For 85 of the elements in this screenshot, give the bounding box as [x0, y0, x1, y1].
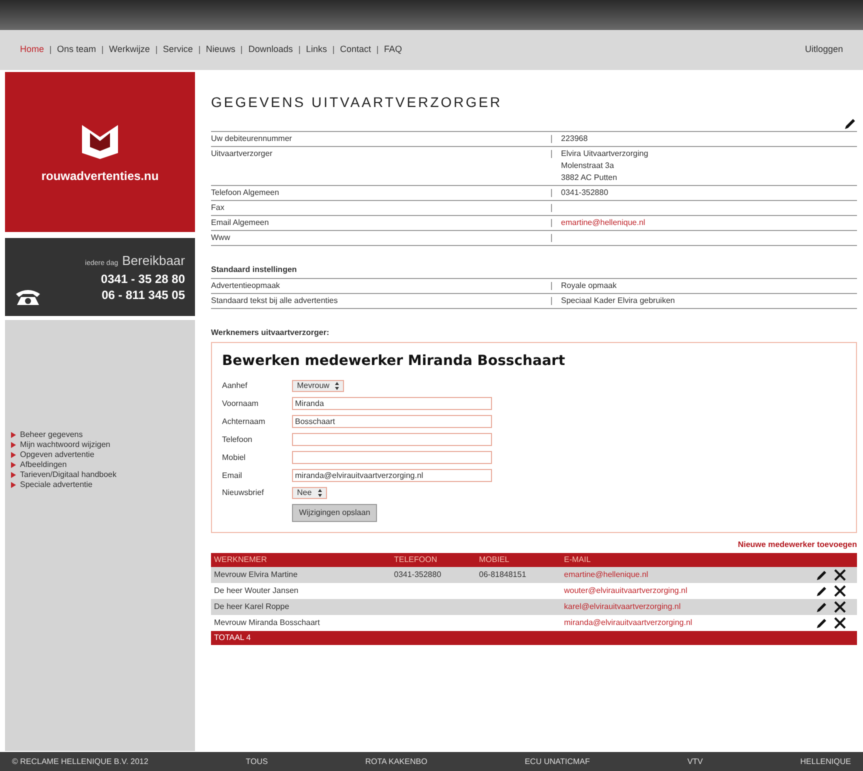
field-value: Royale opmaak [561, 280, 618, 292]
field-label: Uitvaartverzorger [211, 148, 274, 160]
section-heading: Standaard instellingen [211, 264, 298, 276]
email-link[interactable]: emartine@hellenique.nl [561, 217, 646, 229]
section-heading: Werknemers uitvaartverzorger: [211, 327, 330, 339]
nav-link[interactable]: Home [20, 43, 44, 57]
field-value: Elvira Uitvaartverzorging [561, 148, 650, 160]
table-cell-text: 06-81848151 [479, 569, 528, 581]
column-header: TELEFOON [394, 554, 438, 566]
field-label: Aanhef [222, 380, 248, 392]
pencil-icon[interactable] [843, 117, 857, 131]
table-cell-text: Mevrouw Elvira Martine [214, 569, 299, 581]
field-label: Nieuwsbrief [222, 487, 265, 499]
phone-number: 06 - 811 345 05 [102, 286, 185, 303]
nav-link[interactable]: Contact [340, 43, 371, 57]
close-icon[interactable] [834, 568, 846, 580]
footer-text: ECU UNATICMAF [524, 756, 590, 768]
sidebar-link[interactable]: Speciale advertentie [11, 480, 189, 490]
total-count: TOTAAL 4 [214, 632, 251, 644]
field-label: Telefoon [222, 434, 254, 446]
column-header: WERKNEMER [214, 554, 268, 566]
add-employee-link[interactable]: Nieuwe medewerker toevoegen [738, 539, 857, 551]
email-link[interactable]: karel@elvirauitvaartverzorging.nl [564, 601, 681, 613]
field-value: 0341-352880 [561, 187, 610, 199]
field-label: Telefoon Algemeen [211, 187, 280, 199]
form-title: Bewerken medewerker Miranda Bosschaart [222, 352, 566, 371]
nav-link[interactable]: FAQ [384, 43, 402, 57]
email-link[interactable]: wouter@elvirauitvaartverzorging.nl [564, 585, 688, 597]
field-label: Uw debiteurennummer [211, 133, 293, 145]
page-title: GEGEVENS UITVAARTVERZORGER [211, 93, 504, 112]
email-link[interactable]: emartine@hellenique.nl [564, 569, 648, 581]
footer-text: TOUS [246, 756, 268, 768]
phone-number: 0341 - 35 28 80 [100, 270, 185, 287]
field-label: Www [211, 232, 232, 244]
input-field[interactable] [292, 451, 492, 464]
close-icon[interactable] [834, 584, 846, 596]
input-field[interactable]: miranda@elvirauitvaartverzorging.nl [292, 469, 492, 482]
column-header: MOBIEL [479, 554, 510, 566]
brand-name: rouwadvertenties.nu [41, 168, 159, 185]
column-header: E-MAIL [564, 554, 592, 566]
table-cell-text: De heer Karel Roppe [214, 601, 290, 613]
dropdown[interactable]: Nee [292, 487, 327, 499]
nav-link[interactable]: Nieuws [206, 43, 236, 57]
sidebar-link[interactable]: Opgeven advertentie [11, 450, 189, 460]
field-value: Speciaal Kader Elvira gebruiken [561, 295, 676, 307]
sidebar-link[interactable]: Tarieven/Digitaal handboek [11, 470, 189, 480]
sidebar-link[interactable]: Mijn wachtwoord wijzigen [11, 440, 189, 450]
field-label: Voornaam [222, 398, 260, 410]
footer-text: ROTA KAKENBO [365, 756, 428, 768]
nav-link[interactable]: Ons team [57, 43, 96, 57]
email-link[interactable]: miranda@elvirauitvaartverzorging.nl [564, 617, 692, 629]
logout-link[interactable]: Uitloggen [804, 43, 843, 57]
field-value: Molenstraat 3a [561, 160, 615, 172]
save-button[interactable]: Wijzigingen opslaan [292, 504, 378, 522]
nav-link[interactable]: Werkwijze [109, 43, 150, 57]
field-label: Email [222, 470, 244, 482]
telephone-icon [15, 288, 41, 306]
table-cell-text: De heer Wouter Jansen [214, 585, 300, 597]
field-label: Standaard tekst bij alle advertenties [211, 295, 339, 307]
contact-title: Bereikbaar [122, 252, 185, 270]
field-label: Mobiel [222, 452, 247, 464]
input-field[interactable]: Bosschaart [292, 415, 492, 428]
input-field[interactable] [292, 433, 492, 446]
close-icon[interactable] [834, 600, 846, 612]
field-label: Email Algemeen [211, 217, 270, 229]
nav-link[interactable]: Links [306, 43, 327, 57]
field-label: Fax [211, 202, 226, 214]
table-cell-text: 0341-352880 [394, 569, 442, 581]
input-field[interactable]: Miranda [292, 397, 492, 410]
field-value: 3882 AC Putten [561, 172, 618, 184]
footer-text: VTV [687, 756, 703, 768]
updown-arrow-icon [318, 489, 322, 497]
field-value: 223968 [561, 133, 589, 145]
nav-link[interactable]: Downloads [248, 43, 293, 57]
close-icon[interactable] [834, 616, 846, 628]
field-label: Advertentieopmaak [211, 280, 281, 292]
footer-text: © RECLAME HELLENIQUE B.V. 2012 [12, 756, 148, 768]
sidebar-link[interactable]: Beheer gegevens [11, 430, 189, 440]
dropdown[interactable]: Mevrouw [292, 380, 344, 392]
nav-link[interactable]: Service [162, 43, 193, 57]
field-label: Achternaam [222, 416, 266, 428]
updown-arrow-icon [335, 382, 340, 390]
footer-text: HELLENIQUE [800, 756, 851, 768]
sidebar-link[interactable]: Afbeeldingen [11, 460, 189, 470]
table-cell-text: Mevrouw Miranda Bosschaart [214, 617, 321, 629]
